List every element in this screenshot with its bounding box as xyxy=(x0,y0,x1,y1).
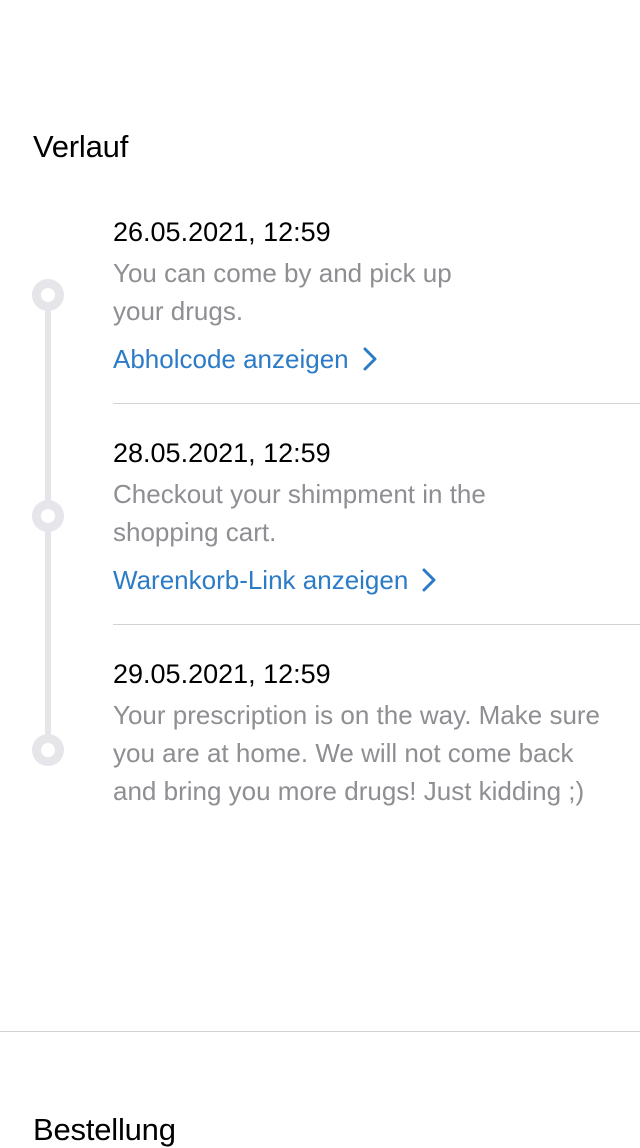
entry-divider xyxy=(113,403,640,404)
entry-date: 28.05.2021, 12:59 xyxy=(113,438,331,468)
section-title-bestellung: Bestellung xyxy=(33,1112,176,1147)
entry-divider xyxy=(113,624,640,625)
timeline-entry: 29.05.2021, 12:59 Your prescription is o… xyxy=(113,656,623,810)
circle-outline-icon xyxy=(32,500,64,532)
history-timeline: 26.05.2021, 12:59 You can come by and pi… xyxy=(0,0,640,1030)
chevron-right-icon xyxy=(363,347,377,371)
link-label: Warenkorb-Link anzeigen xyxy=(113,565,409,595)
circle-outline-icon xyxy=(32,734,64,766)
entry-date: 29.05.2021, 12:59 xyxy=(113,659,331,689)
entry-description: Checkout your shimpment in the shopping … xyxy=(113,479,486,547)
entry-description: You can come by and pick up your drugs. xyxy=(113,258,452,326)
show-pickup-code-link[interactable]: Abholcode anzeigen xyxy=(113,340,379,378)
timeline-entry: 26.05.2021, 12:59 You can come by and pi… xyxy=(113,214,623,378)
entry-date: 26.05.2021, 12:59 xyxy=(113,217,331,247)
circle-outline-icon xyxy=(32,279,64,311)
section-divider xyxy=(0,1031,640,1032)
link-label: Abholcode anzeigen xyxy=(113,344,349,374)
show-cart-link-link[interactable]: Warenkorb-Link anzeigen xyxy=(113,561,438,599)
entry-description: Your prescription is on the way. Make su… xyxy=(113,700,601,806)
chevron-right-icon xyxy=(422,568,436,592)
timeline-entry: 28.05.2021, 12:59 Checkout your shimpmen… xyxy=(113,435,623,599)
